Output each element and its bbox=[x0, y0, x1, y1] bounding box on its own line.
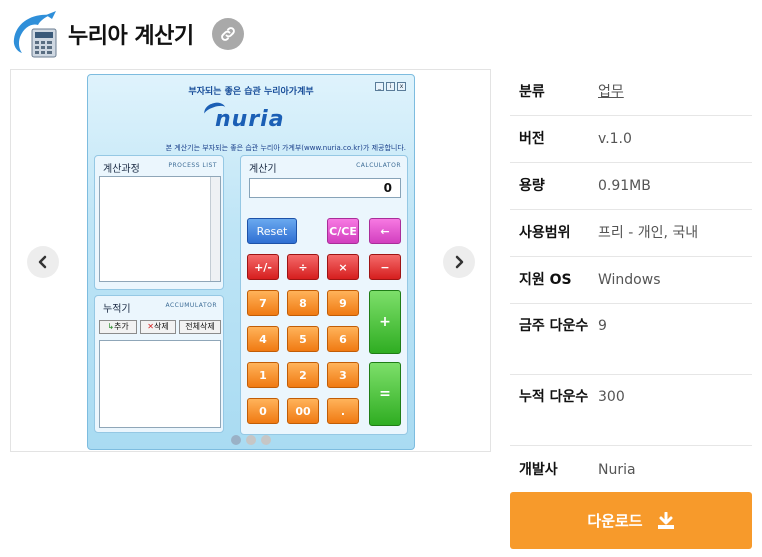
gallery-next-button[interactable] bbox=[443, 246, 475, 278]
minus-key: − bbox=[369, 254, 401, 280]
backspace-key: ← bbox=[369, 218, 401, 244]
calculator-screenshot: 부자되는 좋은 습관 누리아가계부 _ i x nuria 본 계산기는 부자되… bbox=[87, 74, 415, 450]
gallery-prev-button[interactable] bbox=[27, 246, 59, 278]
info-value: 9 bbox=[598, 318, 607, 334]
gallery-dot[interactable] bbox=[246, 435, 256, 445]
info-label: 지원 OS bbox=[519, 272, 572, 288]
info-value: v.1.0 bbox=[598, 131, 632, 147]
download-label: 다운로드 bbox=[587, 512, 643, 530]
download-button[interactable]: 다운로드 bbox=[510, 492, 752, 549]
calc-tagline: 부자되는 좋은 습관 누리아가계부 bbox=[188, 87, 314, 97]
key-0: 0 bbox=[247, 398, 279, 424]
process-list-panel: 계산과정 PROCESS LIST bbox=[94, 155, 224, 290]
key-4: 4 bbox=[247, 326, 279, 352]
calc-window-controls: _ i x bbox=[375, 82, 406, 91]
close-icon: x bbox=[397, 82, 406, 91]
info-row-size: 용량 0.91MB bbox=[510, 163, 752, 210]
info-label: 금주 다운수 bbox=[519, 318, 589, 334]
info-label: 개발사 bbox=[519, 461, 558, 478]
nuria-logo: nuria bbox=[215, 107, 285, 132]
info-value: 0.91MB bbox=[598, 178, 651, 194]
multiply-key: × bbox=[327, 254, 359, 280]
page-header: 누리아 계산기 bbox=[10, 6, 244, 62]
info-label: 용량 bbox=[519, 178, 545, 194]
info-label: 버전 bbox=[519, 131, 545, 147]
info-row-version: 버전 v.1.0 bbox=[510, 116, 752, 163]
app-info-table: 분류 업무 버전 v.1.0 용량 0.91MB 사용범위 프리 - 개인, 국… bbox=[510, 69, 752, 493]
key-dot: . bbox=[327, 398, 359, 424]
accumulator-delete-button: ✕삭제 bbox=[140, 320, 176, 334]
process-listbox bbox=[99, 176, 221, 282]
calculator-panel: 계산기 CALCULATOR 0 Reset C/CE ← +/- ÷ × − … bbox=[240, 155, 408, 435]
info-label: 누적 다운수 bbox=[519, 389, 589, 405]
key-1: 1 bbox=[247, 362, 279, 388]
calc-display: 0 bbox=[249, 178, 401, 198]
calculator-subtitle: CALCULATOR bbox=[356, 162, 401, 169]
page-title: 누리아 계산기 bbox=[68, 24, 194, 49]
process-list-subtitle: PROCESS LIST bbox=[168, 162, 217, 169]
screenshot-gallery: 부자되는 좋은 습관 누리아가계부 _ i x nuria 본 계산기는 부자되… bbox=[10, 69, 491, 452]
gallery-dot[interactable] bbox=[231, 435, 241, 445]
key-3: 3 bbox=[327, 362, 359, 388]
equals-key: = bbox=[369, 362, 401, 426]
info-row-category: 분류 업무 bbox=[510, 69, 752, 116]
key-2: 2 bbox=[287, 362, 319, 388]
accumulator-panel: 누적기 ACCUMULATOR ↳추가 ✕삭제 전체삭제 bbox=[94, 295, 224, 433]
accumulator-add-button: ↳추가 bbox=[99, 320, 137, 334]
info-row-weekly-downloads: 금주 다운수 9 bbox=[510, 304, 752, 375]
key-6: 6 bbox=[327, 326, 359, 352]
chevron-left-icon bbox=[38, 255, 47, 269]
accumulator-delete-all-button: 전체삭제 bbox=[179, 320, 221, 334]
plus-key: + bbox=[369, 290, 401, 354]
calc-notice: 본 계산기는 부자되는 좋은 습관 누리아 가계부(www.nuria.co.k… bbox=[165, 144, 406, 152]
calculator-dolphin-icon bbox=[10, 9, 60, 59]
minimize-icon: _ bbox=[375, 82, 384, 91]
info-value: 프리 - 개인, 국내 bbox=[598, 225, 699, 241]
key-7: 7 bbox=[247, 290, 279, 316]
gallery-dots bbox=[231, 435, 271, 445]
info-row-license: 사용범위 프리 - 개인, 국내 bbox=[510, 210, 752, 257]
key-00: 00 bbox=[287, 398, 319, 424]
scrollbar bbox=[210, 177, 220, 281]
link-button[interactable] bbox=[211, 18, 244, 50]
reset-key: Reset bbox=[247, 218, 297, 244]
key-9: 9 bbox=[327, 290, 359, 316]
divide-key: ÷ bbox=[287, 254, 319, 280]
info-row-developer: 개발사 Nuria bbox=[510, 446, 752, 493]
info-value: Windows bbox=[598, 272, 661, 288]
info-value: Nuria bbox=[598, 461, 636, 478]
download-icon bbox=[657, 511, 674, 529]
key-5: 5 bbox=[287, 326, 319, 352]
key-8: 8 bbox=[287, 290, 319, 316]
category-link[interactable]: 업무 bbox=[598, 80, 752, 104]
process-list-title: 계산과정 bbox=[103, 164, 140, 175]
calculator-title: 계산기 bbox=[249, 164, 277, 175]
info-label: 분류 bbox=[519, 84, 545, 100]
info-label: 사용범위 bbox=[519, 225, 571, 241]
clear-key: C/CE bbox=[327, 218, 359, 244]
accumulator-title: 누적기 bbox=[103, 304, 131, 315]
accumulator-listbox bbox=[99, 340, 221, 428]
gallery-dot[interactable] bbox=[261, 435, 271, 445]
info-icon: i bbox=[386, 82, 395, 91]
link-icon bbox=[220, 27, 235, 41]
info-row-os: 지원 OS Windows bbox=[510, 257, 752, 304]
sign-key: +/- bbox=[247, 254, 279, 280]
info-row-total-downloads: 누적 다운수 300 bbox=[510, 375, 752, 446]
info-value: 300 bbox=[598, 389, 625, 405]
accumulator-subtitle: ACCUMULATOR bbox=[165, 302, 217, 309]
chevron-right-icon bbox=[455, 255, 464, 269]
